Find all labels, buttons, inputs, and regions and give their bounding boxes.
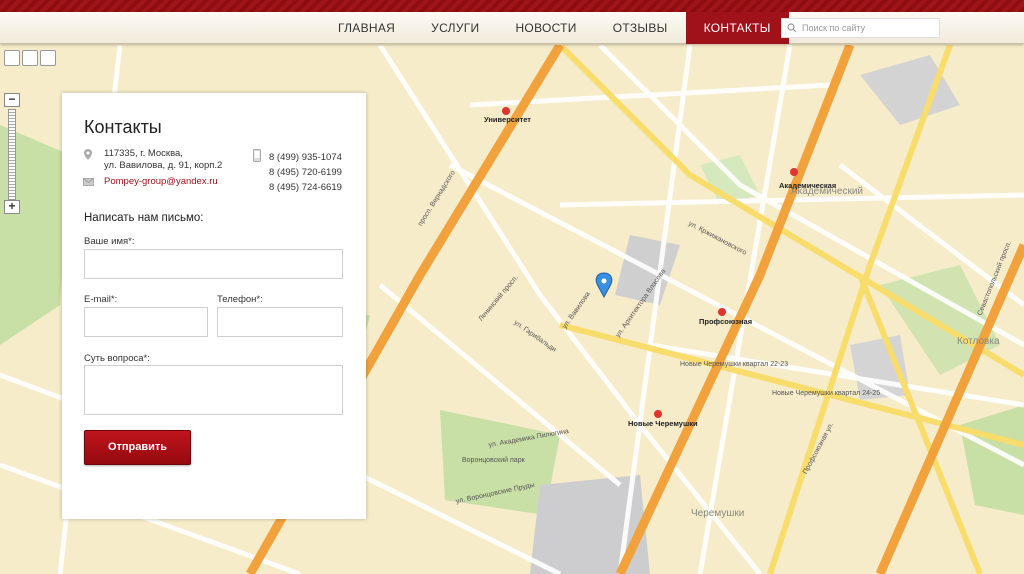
subject-textarea[interactable] <box>84 365 343 415</box>
search-placeholder: Поиск по сайту <box>802 23 866 33</box>
street-label-kvartal-22-23: Новые Черемушки квартал 22-23 <box>680 361 789 368</box>
nav-item-services[interactable]: УСЛУГИ <box>413 12 497 44</box>
email-link[interactable]: Pompey-group@yandex.ru <box>104 176 218 187</box>
nav-item-reviews[interactable]: ОТЗЫВЫ <box>595 12 686 44</box>
metro-label-profsoyuznaya: Профсоюзная <box>699 317 753 326</box>
name-label: Ваше имя*: <box>84 236 135 247</box>
nav-item-news[interactable]: НОВОСТИ <box>497 12 594 44</box>
main-navigation: ГЛАВНАЯ УСЛУГИ НОВОСТИ ОТЗЫВЫ КОНТАКТЫ П… <box>0 12 1024 44</box>
phone-field[interactable] <box>217 307 343 337</box>
district-label-kotlovka: Котловка <box>957 336 1000 347</box>
email-field[interactable] <box>84 307 208 337</box>
magnifier-tool-icon[interactable] <box>22 50 38 66</box>
zoom-control: − + <box>4 93 20 214</box>
street-label-kvartal-24-25: Новые Черемушки квартал 24-25 <box>772 390 881 397</box>
search-icon <box>787 23 797 33</box>
phone-1: 8 (499) 935-1074 <box>269 152 342 163</box>
name-field[interactable] <box>84 249 343 279</box>
contact-panel: Контакты 117335, г. Москва, ул. Вавилова… <box>62 93 366 519</box>
address-line-2: ул. Вавилова, д. 91, корп.2 <box>104 160 223 171</box>
location-icon <box>84 149 92 160</box>
zoom-out-button[interactable]: − <box>4 93 20 107</box>
park-label-vorontsovsky: Воронцовский парк <box>462 457 525 464</box>
metro-label-universitet: Университет <box>484 115 531 124</box>
metro-label-novye-cheremushki: Новые Черемушки <box>628 419 698 428</box>
nav-item-home[interactable]: ГЛАВНАЯ <box>320 12 413 44</box>
hand-tool-icon[interactable] <box>4 50 20 66</box>
phone-list: 8 (499) 935-1074 8 (495) 720-6199 8 (495… <box>269 150 342 195</box>
ruler-tool-icon[interactable] <box>40 50 56 66</box>
search-input[interactable]: Поиск по сайту <box>781 18 940 38</box>
subject-label: Суть вопроса*: <box>84 353 150 364</box>
phone-label: Телефон*: <box>217 294 263 305</box>
map-toolbar <box>4 50 56 66</box>
nav-menu: ГЛАВНАЯ УСЛУГИ НОВОСТИ ОТЗЫВЫ КОНТАКТЫ <box>320 12 789 44</box>
phone-2: 8 (495) 720-6199 <box>269 167 342 178</box>
mail-icon <box>83 178 94 186</box>
address-line-1: 117335, г. Москва, <box>104 148 183 159</box>
district-label-akademichesky: Академический <box>791 186 864 197</box>
district-label-cheremushki: Черемушки <box>691 508 745 519</box>
top-decor-bar <box>0 0 1024 12</box>
page-title: Контакты <box>84 117 162 137</box>
zoom-slider[interactable] <box>8 109 16 200</box>
phone-icon <box>253 149 261 162</box>
submit-button[interactable]: Отправить <box>84 430 191 465</box>
zoom-in-button[interactable]: + <box>4 200 20 214</box>
nav-item-contacts[interactable]: КОНТАКТЫ <box>685 12 789 44</box>
email-label: E-mail*: <box>84 294 118 305</box>
form-title: Написать нам письмо: <box>84 212 204 224</box>
address: 117335, г. Москва, ул. Вавилова, д. 91, … <box>104 148 222 172</box>
phone-3: 8 (495) 724-6619 <box>269 182 342 193</box>
